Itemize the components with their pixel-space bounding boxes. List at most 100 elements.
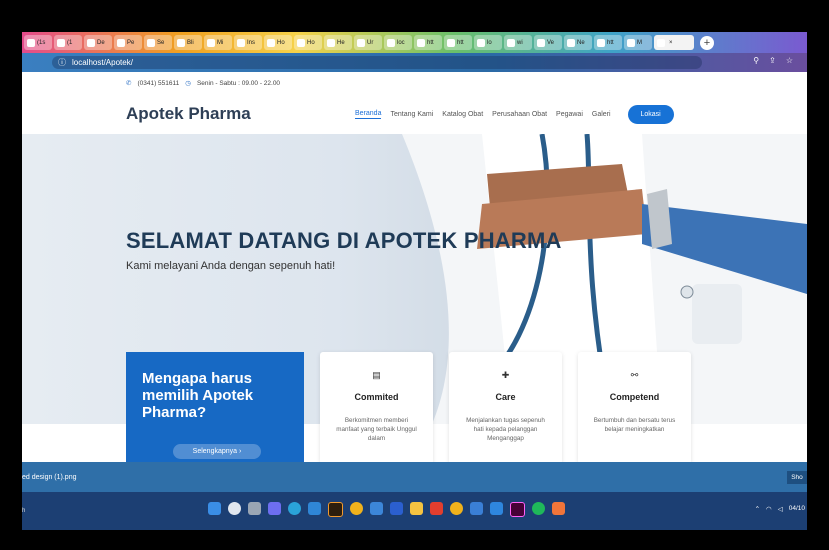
- browser-tab[interactable]: loc: [384, 35, 412, 50]
- favicon-icon: [267, 38, 275, 47]
- nav-item-tentang-kami[interactable]: Tentang Kami: [390, 111, 433, 118]
- browser-tab[interactable]: M: [624, 35, 652, 50]
- card-title: Competend: [609, 392, 660, 402]
- tab-label: (1s: [37, 39, 46, 46]
- taskbar: h ⌃ ◠ ◁ 04/10: [22, 492, 807, 530]
- download-item[interactable]: ed design (1).png: [22, 474, 76, 481]
- browser-tab[interactable]: (1s: [24, 35, 52, 50]
- tab-label: Ve: [547, 39, 555, 46]
- tab-label: Mi: [217, 39, 224, 46]
- tab-label: M: [637, 39, 642, 46]
- address-bar: ⓘ localhost/Apotek/ ⚲ ⇪ ☆: [22, 53, 807, 72]
- chevron-up-icon[interactable]: ⌃: [755, 505, 760, 513]
- browser-tab[interactable]: Pe: [114, 35, 142, 50]
- browser-tab[interactable]: He: [324, 35, 352, 50]
- clock-date[interactable]: 04/10: [789, 505, 805, 513]
- tab-strip: (1s (1 De Pe Se Bli Mi Ins Ho Ho He Ur loc htt htt lo wi…: [22, 32, 807, 53]
- wps-icon[interactable]: [430, 502, 443, 515]
- tab-label: Ne: [577, 39, 585, 46]
- browser-icon[interactable]: [308, 502, 321, 515]
- new-tab-button[interactable]: +: [700, 35, 714, 50]
- url-field[interactable]: ⓘ localhost/Apotek/: [52, 56, 702, 69]
- browser-tab[interactable]: Mi: [204, 35, 232, 50]
- browser-tab[interactable]: Ur: [354, 35, 382, 50]
- browser-tab[interactable]: Ho: [294, 35, 322, 50]
- browser-tab[interactable]: htt: [594, 35, 622, 50]
- bookmark-star-icon[interactable]: ☆: [786, 56, 793, 65]
- favicon-icon: [597, 38, 605, 47]
- nav-item-beranda[interactable]: Beranda: [355, 110, 382, 119]
- browser-tab[interactable]: Ve: [534, 35, 562, 50]
- favicon-icon: [507, 38, 515, 47]
- favicon-icon: [387, 38, 395, 47]
- show-all-button[interactable]: Sho: [787, 471, 807, 484]
- start-icon[interactable]: [208, 502, 221, 515]
- line-icon[interactable]: [532, 502, 545, 515]
- nav-item-galeri[interactable]: Galeri: [592, 111, 611, 118]
- favicon-icon: [417, 38, 425, 47]
- card-description: Berkomitmen memberi manfaat yang terbaik…: [336, 417, 417, 442]
- browser-tab[interactable]: Ne: [564, 35, 592, 50]
- search-icon[interactable]: [228, 502, 241, 515]
- opening-hours: Senin - Sabtu : 09.00 - 22.00: [196, 79, 281, 87]
- tab-label: He: [337, 39, 345, 46]
- tab-label: Ur: [367, 39, 374, 46]
- illustrator-icon[interactable]: [328, 502, 343, 517]
- share-icon[interactable]: ⇪: [769, 56, 776, 65]
- browser-tab[interactable]: htt: [414, 35, 442, 50]
- browser-tab[interactable]: lo: [474, 35, 502, 50]
- site-info-icon[interactable]: ⓘ: [58, 57, 66, 68]
- feature-card-commited: ▤ Commited Berkomitmen memberi manfaat y…: [320, 352, 433, 462]
- download-bar: ed design (1).png Sho: [22, 462, 807, 492]
- browser-tab[interactable]: (1: [54, 35, 82, 50]
- browser-tab[interactable]: htt: [444, 35, 472, 50]
- vscode-icon[interactable]: [490, 502, 503, 515]
- file-explorer-icon[interactable]: [410, 502, 423, 515]
- tab-label: loc: [397, 39, 405, 46]
- teams-icon[interactable]: [268, 502, 281, 515]
- notes-icon[interactable]: [470, 502, 483, 515]
- hero-subtitle: Kami melayani Anda dengan sepenuh hati!: [126, 260, 336, 272]
- browser-tab[interactable]: Ins: [234, 35, 262, 50]
- nav-item-pegawai[interactable]: Pegawai: [556, 111, 583, 118]
- favicon-icon: [357, 38, 365, 47]
- handshake-icon: ⚯: [630, 370, 639, 380]
- url-text: localhost/Apotek/: [72, 58, 133, 67]
- mail-icon[interactable]: [370, 502, 383, 515]
- browser-tab[interactable]: Bli: [174, 35, 202, 50]
- xampp-icon[interactable]: [552, 502, 565, 515]
- selengkapnya-button[interactable]: Selengkapnya ›: [173, 444, 261, 459]
- tab-label: Pe: [127, 39, 135, 46]
- volume-icon[interactable]: ◁: [778, 505, 783, 513]
- chrome-icon[interactable]: [350, 502, 363, 515]
- nav-item-katalog-obat[interactable]: Katalog Obat: [442, 111, 483, 118]
- favicon-icon: [567, 38, 575, 47]
- browser-tab[interactable]: Se: [144, 35, 172, 50]
- lokasi-button[interactable]: Lokasi: [627, 104, 674, 124]
- site-brand[interactable]: Apotek Pharma: [126, 104, 251, 124]
- contact-bar: ✆ (0341) 551611 ◷ Senin - Sabtu : 09.00 …: [22, 72, 807, 94]
- close-tab-icon[interactable]: ×: [669, 40, 673, 46]
- task-view-icon[interactable]: [248, 502, 261, 515]
- address-actions: ⚲ ⇪ ☆: [753, 56, 793, 65]
- browser-tab[interactable]: Ho: [264, 35, 292, 50]
- zoom-icon[interactable]: ⚲: [753, 56, 759, 65]
- clock-icon: ◷: [185, 80, 191, 87]
- favicon-icon: [237, 38, 245, 47]
- wifi-icon[interactable]: ◠: [766, 505, 772, 513]
- phone-number: (0341) 551611: [137, 79, 180, 87]
- adobe-xd-icon[interactable]: [510, 502, 525, 517]
- hero-title: SELAMAT DATANG DI APOTEK PHARMA: [126, 228, 562, 253]
- browser-tab[interactable]: ×: [654, 35, 694, 50]
- nav-item-perusahaan-obat[interactable]: Perusahaan Obat: [492, 111, 547, 118]
- browser-tab[interactable]: De: [84, 35, 112, 50]
- app-icon[interactable]: [390, 502, 403, 515]
- chrome-dev-icon[interactable]: [450, 502, 463, 515]
- taskbar-apps: [208, 502, 565, 517]
- document-icon: ▤: [372, 370, 381, 380]
- device-frame: (1s (1 De Pe Se Bli Mi Ins Ho Ho He Ur loc htt htt lo wi…: [0, 0, 829, 550]
- favicon-icon: [297, 38, 305, 47]
- edge-icon[interactable]: [288, 502, 301, 515]
- browser-tab[interactable]: wi: [504, 35, 532, 50]
- favicon-icon: [57, 38, 65, 47]
